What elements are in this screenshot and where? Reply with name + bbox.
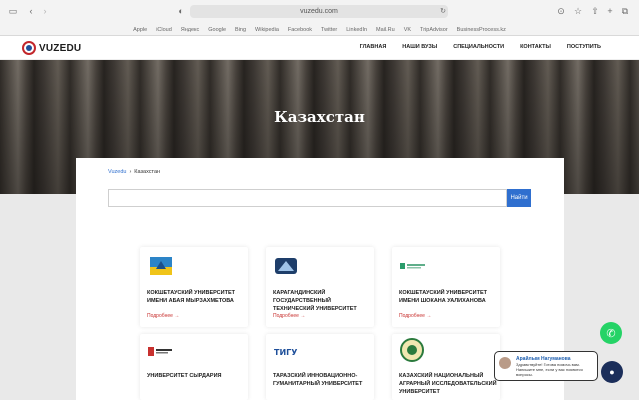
- back-icon[interactable]: ‹: [26, 4, 36, 18]
- nav-item-home[interactable]: ГЛАВНАЯ: [360, 44, 387, 50]
- nav-item-contacts[interactable]: КОНТАКТЫ: [520, 44, 551, 50]
- chat-bubble-icon: ●: [609, 367, 615, 377]
- university-card[interactable]: ТИГУ ТАРАЗСКИЙ ИННОВАЦИОННО-ГУМАНИТАРНЫЙ…: [266, 334, 374, 400]
- bookmarks-bar: Apple iCloud Яндекс Google Bing Wikipedia Face…: [0, 24, 639, 35]
- url-text: vuzedu.com: [300, 8, 338, 15]
- logo-text: VUZEDU: [39, 42, 82, 54]
- university-card[interactable]: КАЗАХСКИЙ НАЦИОНАЛЬНЫЙ АГРАРНЫЙ ИССЛЕДОВ…: [392, 334, 500, 400]
- nav-item-universities[interactable]: НАШИ ВУЗЫ: [402, 44, 437, 50]
- chat-message: Здравствуйте! Готова помочь вам. Напишит…: [516, 362, 583, 377]
- card-more-link[interactable]: Подробнее →: [273, 313, 305, 319]
- nav-item-apply[interactable]: ПОСТУПИТЬ: [567, 44, 601, 50]
- site-logo[interactable]: VUZEDU: [22, 40, 81, 56]
- site-header: VUZEDU ГЛАВНАЯ НАШИ ВУЗЫ СПЕЦИАЛЬНОСТИ К…: [0, 36, 639, 60]
- bookmark-item[interactable]: Яндекс: [181, 27, 200, 33]
- university-logo-icon: ТИГУ: [274, 348, 297, 356]
- search-button[interactable]: Найти: [507, 189, 531, 207]
- chat-popup[interactable]: Арайлым Нагуманова Здравствуйте! Готова …: [494, 351, 598, 381]
- card-title: КАРАГАНДИНСКИЙ ГОСУДАРСТВЕННЫЙ ТЕХНИЧЕСК…: [273, 290, 357, 312]
- logo-emblem-icon: [22, 41, 36, 55]
- nav-item-specialties[interactable]: СПЕЦИАЛЬНОСТИ: [453, 44, 504, 50]
- card-more-link[interactable]: Подробнее →: [147, 313, 179, 319]
- bookmark-item[interactable]: BusinessProcess.kz: [457, 27, 506, 33]
- bookmark-item[interactable]: Google: [208, 27, 226, 33]
- breadcrumb-current: Казахстан: [134, 169, 161, 175]
- star-icon[interactable]: ☆: [573, 4, 583, 18]
- chat-open-button[interactable]: ●: [601, 361, 623, 383]
- bookmark-item[interactable]: Mail.Ru: [376, 27, 395, 33]
- bookmark-item[interactable]: Wikipedia: [255, 27, 279, 33]
- address-bar[interactable]: vuzedu.com: [190, 5, 448, 18]
- card-title: ТАРАЗСКИЙ ИННОВАЦИОННО-ГУМАНИТАРНЫЙ УНИВ…: [273, 373, 363, 387]
- university-card[interactable]: КОКШЕТАУСКИЙ УНИВЕРСИТЕТ ИМЕНИ ШОКАНА УА…: [392, 247, 500, 327]
- sidebar-icon[interactable]: ▭: [6, 4, 20, 18]
- university-card[interactable]: УНИВЕРСИТЕТ СЫРДАРИЯ: [140, 334, 248, 400]
- share-icon[interactable]: ⇧: [590, 4, 600, 18]
- shield-icon[interactable]: ◐: [176, 4, 186, 18]
- breadcrumb-home-link[interactable]: Vuzedu: [108, 169, 126, 175]
- university-emblem-icon: [275, 258, 297, 274]
- search-input[interactable]: [108, 189, 507, 207]
- bookmark-item[interactable]: LinkedIn: [346, 27, 367, 33]
- university-emblem-icon: [150, 257, 172, 275]
- bookmark-item[interactable]: Twitter: [321, 27, 337, 33]
- bookmark-item[interactable]: TripAdvisor: [420, 27, 448, 33]
- browser-chrome: ▭ ‹ › ◐ vuzedu.com ↻ ⊙ ☆ ⇧ + ⧉ Apple iClo…: [0, 0, 639, 36]
- breadcrumb-separator: ›: [129, 169, 132, 175]
- whatsapp-icon: ✆: [606, 327, 616, 340]
- bookmark-item[interactable]: VK: [404, 27, 411, 33]
- card-title: КАЗАХСКИЙ НАЦИОНАЛЬНЫЙ АГРАРНЫЙ ИССЛЕДОВ…: [399, 373, 497, 395]
- reload-icon[interactable]: ↻: [439, 4, 447, 18]
- bookmark-item[interactable]: Facebook: [288, 27, 312, 33]
- card-more-link[interactable]: Подробнее →: [399, 313, 431, 319]
- download-icon[interactable]: ⊙: [556, 4, 566, 18]
- forward-icon[interactable]: ›: [40, 4, 50, 18]
- whatsapp-button[interactable]: ✆: [600, 322, 622, 344]
- new-tab-icon[interactable]: +: [605, 4, 615, 18]
- avatar: [499, 357, 511, 369]
- card-title: КОКШЕТАУСКИЙ УНИВЕРСИТЕТ ИМЕНИ АБАЯ МЫРЗ…: [147, 290, 235, 304]
- svg-text:ТИГУ: ТИГУ: [274, 348, 297, 356]
- breadcrumb: Vuzedu › Казахстан: [108, 169, 160, 175]
- card-title: УНИВЕРСИТЕТ СЫРДАРИЯ: [147, 373, 222, 379]
- main-nav: ГЛАВНАЯ НАШИ ВУЗЫ СПЕЦИАЛЬНОСТИ КОНТАКТЫ…: [360, 44, 601, 50]
- university-card[interactable]: КАРАГАНДИНСКИЙ ГОСУДАРСТВЕННЫЙ ТЕХНИЧЕСК…: [266, 247, 374, 327]
- university-seal-icon: [400, 338, 424, 362]
- tabs-overview-icon[interactable]: ⧉: [620, 4, 630, 18]
- university-card[interactable]: КОКШЕТАУСКИЙ УНИВЕРСИТЕТ ИМЕНИ АБАЯ МЫРЗ…: [140, 247, 248, 327]
- bookmark-item[interactable]: Apple: [133, 27, 147, 33]
- bookmark-item[interactable]: Bing: [235, 27, 246, 33]
- card-title: КОКШЕТАУСКИЙ УНИВЕРСИТЕТ ИМЕНИ ШОКАНА УА…: [399, 290, 487, 304]
- page-title: Казахстан: [274, 108, 365, 126]
- university-logo-icon: [148, 347, 172, 356]
- university-logo-icon: [400, 263, 425, 269]
- bookmark-item[interactable]: iCloud: [156, 27, 172, 33]
